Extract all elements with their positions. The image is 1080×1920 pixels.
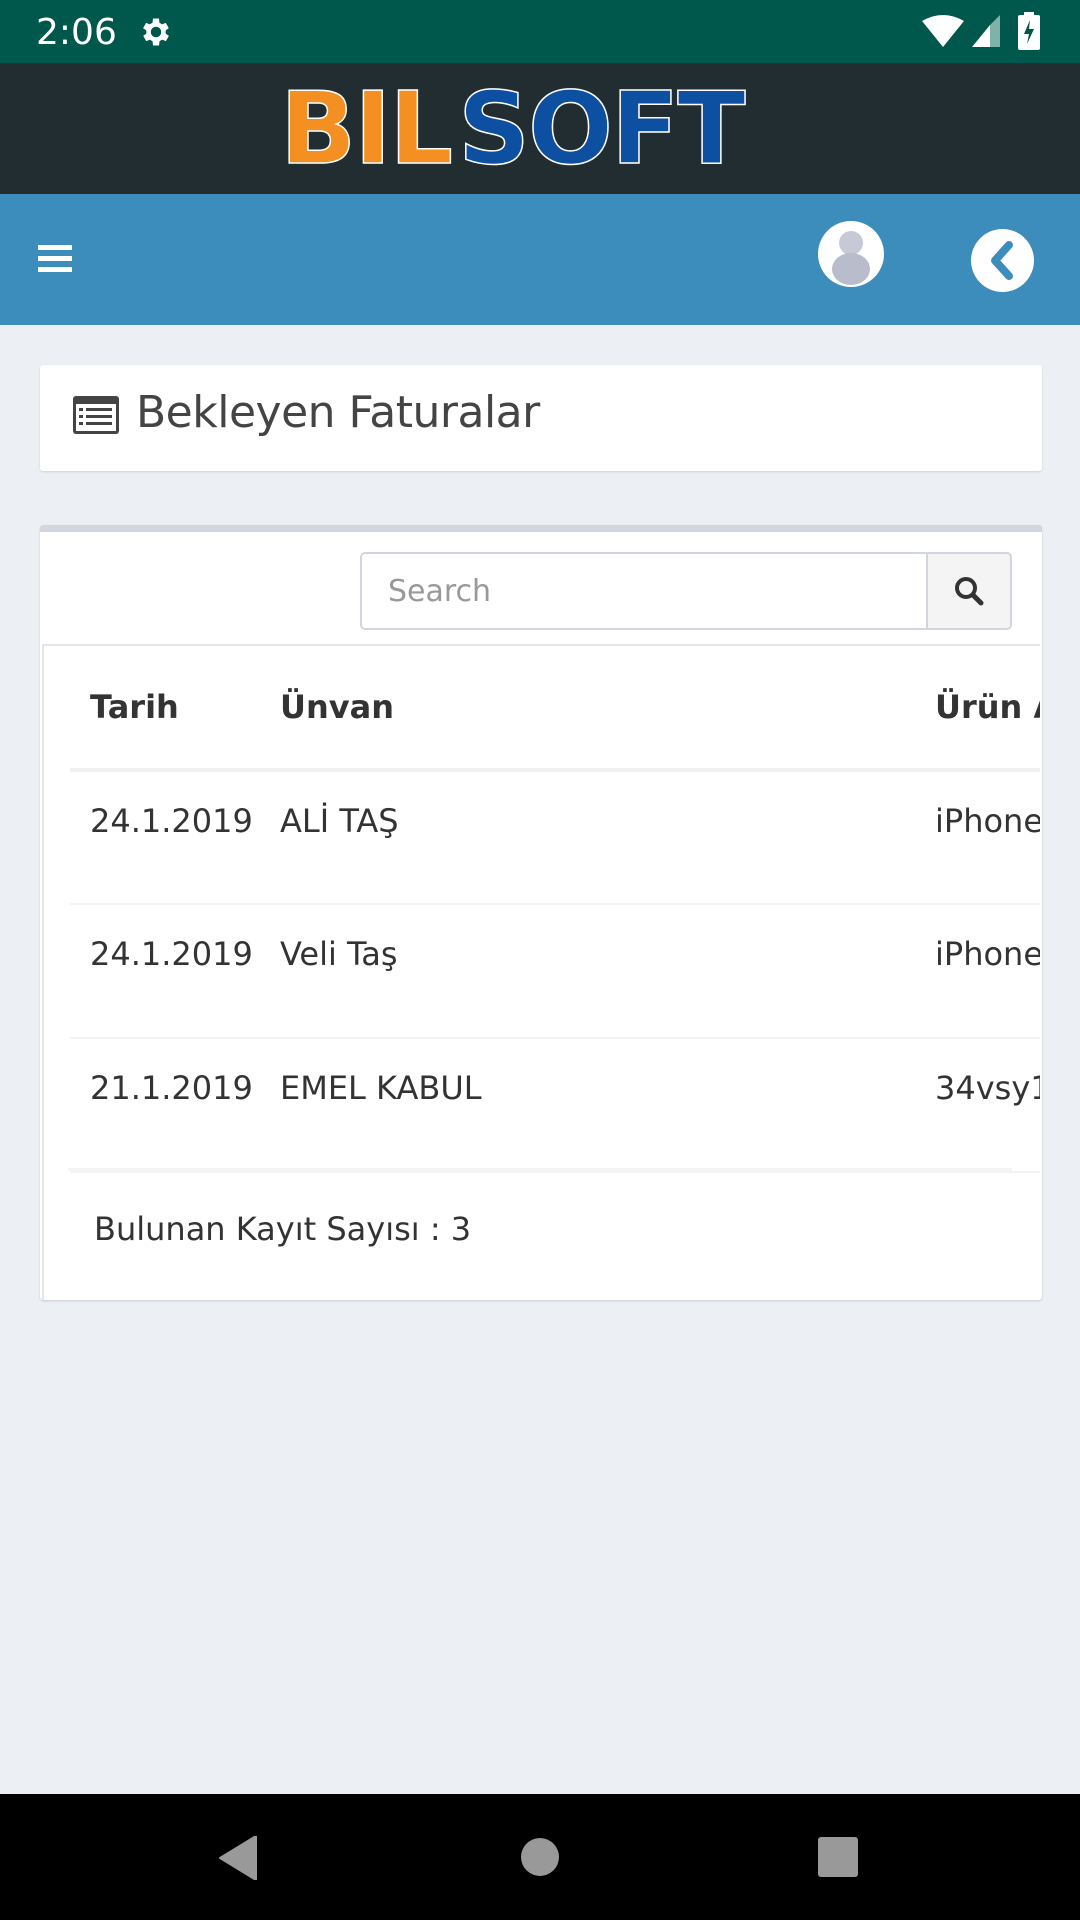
invoice-table: Tarih Ünvan Ürün A 24.1.2019 ALİ TAŞ iPh… — [70, 646, 1040, 1173]
cell-tarih: 24.1.2019 — [70, 904, 260, 1039]
status-bar: 2:06 — [0, 0, 1080, 63]
list-alt-icon — [73, 396, 119, 434]
search-button[interactable] — [926, 552, 1012, 630]
chevron-left-icon — [991, 241, 1013, 280]
logo-part-bil: BIL — [280, 81, 451, 173]
search-input[interactable] — [360, 552, 926, 630]
table-header-row: Tarih Ünvan Ürün A — [70, 646, 1040, 772]
back-triangle-icon[interactable] — [218, 1836, 258, 1880]
column-header-urun[interactable]: Ürün A — [915, 646, 1040, 772]
home-circle-icon[interactable] — [521, 1838, 559, 1876]
search-group — [360, 552, 1012, 630]
brand-header: BIL SOFT — [0, 63, 1080, 194]
signal-icon — [972, 15, 1000, 47]
back-button[interactable] — [971, 229, 1034, 292]
cell-urun: 34vsy1 — [915, 1038, 1040, 1173]
page-title: Bekleyen Faturalar — [136, 387, 540, 438]
cell-unvan: ALİ TAŞ — [260, 770, 915, 905]
cell-tarih: 21.1.2019 — [70, 1038, 260, 1173]
table-row[interactable]: 24.1.2019 Veli Taş iPhone — [70, 904, 1040, 1039]
cell-urun: iPhone — [915, 904, 1040, 1039]
wifi-icon — [922, 15, 964, 47]
top-navbar — [0, 194, 1080, 325]
user-avatar-icon[interactable] — [818, 221, 884, 287]
cell-unvan: Veli Taş — [260, 904, 915, 1039]
gear-icon — [143, 18, 169, 46]
cell-urun: iPhone — [915, 770, 1040, 905]
status-time: 2:06 — [36, 12, 117, 53]
column-header-unvan[interactable]: Ünvan — [260, 646, 915, 772]
cell-tarih: 24.1.2019 — [70, 770, 260, 905]
table-row[interactable]: 24.1.2019 ALİ TAŞ iPhone — [70, 770, 1040, 905]
battery-charging-icon — [1018, 12, 1040, 50]
search-icon — [955, 577, 984, 606]
cell-unvan: EMEL KABUL — [260, 1038, 915, 1173]
table-scroll-container[interactable]: Tarih Ünvan Ürün A 24.1.2019 ALİ TAŞ iPh… — [42, 644, 1040, 1300]
column-header-tarih[interactable]: Tarih — [70, 646, 260, 772]
logo-part-soft: SOFT — [458, 81, 745, 173]
record-count: Bulunan Kayıt Sayısı : 3 — [94, 1210, 472, 1248]
invoice-list-panel: Tarih Ünvan Ürün A 24.1.2019 ALİ TAŞ iPh… — [40, 525, 1042, 1300]
footer-divider — [68, 1168, 1012, 1171]
recents-square-icon[interactable] — [818, 1837, 858, 1877]
table-row[interactable]: 21.1.2019 EMEL KABUL 34vsy1 — [70, 1038, 1040, 1173]
hamburger-icon[interactable] — [38, 245, 72, 275]
bilsoft-logo: BIL SOFT — [280, 81, 748, 173]
page-header-box: Bekleyen Faturalar — [40, 365, 1042, 471]
